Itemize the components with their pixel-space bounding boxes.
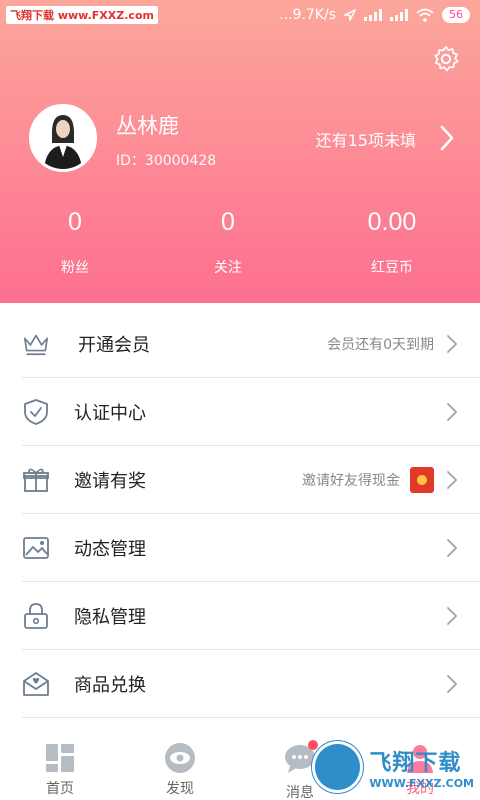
menu-item-posts[interactable]: 动态管理 <box>22 514 480 582</box>
stat-label: 粉丝 <box>61 260 89 276</box>
chevron-right-icon <box>447 470 458 489</box>
status-indicators: ...9.7K/s 56 <box>279 7 470 23</box>
watermark-text: 飞翔下载 WWW.FXXZ.COM <box>369 745 474 790</box>
lock-icon <box>22 602 50 630</box>
battery-indicator: 56 <box>442 7 470 23</box>
crown-icon <box>22 330 50 358</box>
chevron-right-icon <box>447 402 458 421</box>
user-name: 丛林鹿 <box>116 114 179 138</box>
stat-following[interactable]: 0 关注 <box>153 208 303 277</box>
chevron-right-icon <box>447 538 458 557</box>
gear-icon[interactable] <box>432 45 460 73</box>
menu-item-privacy[interactable]: 隐私管理 <box>22 582 480 650</box>
menu-item-membership[interactable]: 开通会员 会员还有0天到期 <box>22 310 480 378</box>
watermark-circle-icon <box>312 741 364 793</box>
chevron-right-icon[interactable] <box>439 125 455 151</box>
menu-item-label: 商品兑换 <box>74 674 146 696</box>
eye-icon <box>165 743 195 773</box>
stat-value: 0 <box>68 208 82 236</box>
stat-fans[interactable]: 0 粉丝 <box>0 208 150 277</box>
watermark-title: 飞翔下载 <box>369 750 462 776</box>
settings-menu: 开通会员 会员还有0天到期 认证中心 邀请有奖 邀请好友得现金 动态管理 隐私管… <box>0 310 480 718</box>
image-icon <box>22 534 50 562</box>
tab-label: 首页 <box>46 781 74 797</box>
wifi-icon <box>416 8 434 22</box>
mail-heart-icon <box>22 670 50 698</box>
tab-label: 消息 <box>286 785 314 800</box>
stat-value: 0 <box>221 208 235 236</box>
watermark-logo: 飞翔下载 WWW.FXXZ.COM <box>312 738 474 796</box>
tab-discover[interactable]: 发现 <box>120 728 240 800</box>
menu-item-invite[interactable]: 邀请有奖 邀请好友得现金 <box>22 446 480 514</box>
stat-value: 0.00 <box>367 208 417 236</box>
profile-incomplete-text[interactable]: 还有15项未填 <box>316 127 416 151</box>
stat-label: 红豆币 <box>371 260 413 276</box>
gift-icon <box>22 466 50 494</box>
menu-item-label: 邀请有奖 <box>74 470 146 492</box>
chevron-right-icon <box>447 334 458 353</box>
status-bar: 飞翔下载 www.FXXZ.com ...9.7K/s 56 <box>0 0 480 30</box>
network-speed: ...9.7K/s <box>279 7 336 23</box>
menu-item-verification[interactable]: 认证中心 <box>22 378 480 446</box>
location-icon <box>344 9 356 21</box>
avatar-portrait-icon <box>32 107 94 169</box>
profile-header: 飞翔下载 www.FXXZ.com ...9.7K/s 56 丛林鹿 ID：30… <box>0 0 480 303</box>
stat-coins[interactable]: 0.00 红豆币 <box>317 208 467 277</box>
chevron-right-icon <box>447 674 458 693</box>
avatar[interactable] <box>29 104 97 172</box>
menu-item-label: 隐私管理 <box>74 606 146 628</box>
menu-item-exchange[interactable]: 商品兑换 <box>22 650 480 718</box>
menu-item-hint: 会员还有0天到期 <box>327 336 434 353</box>
menu-item-label: 开通会员 <box>78 334 150 356</box>
red-envelope-icon <box>410 466 434 493</box>
menu-item-label: 动态管理 <box>74 538 146 560</box>
chevron-right-icon <box>447 606 458 625</box>
tab-label: 发现 <box>166 781 194 797</box>
stat-label: 关注 <box>214 260 242 276</box>
grid-icon <box>46 744 74 772</box>
menu-item-label: 认证中心 <box>74 402 146 424</box>
user-id: ID：30000428 <box>116 153 217 169</box>
signal-icon <box>364 9 382 21</box>
menu-item-hint: 邀请好友得现金 <box>302 472 400 489</box>
tab-home[interactable]: 首页 <box>0 728 120 800</box>
shield-check-icon <box>22 398 50 426</box>
signal-icon-2 <box>390 9 408 21</box>
watermark-tag: 飞翔下载 www.FXXZ.com <box>6 6 158 24</box>
watermark-url: WWW.FXXZ.COM <box>369 776 474 790</box>
